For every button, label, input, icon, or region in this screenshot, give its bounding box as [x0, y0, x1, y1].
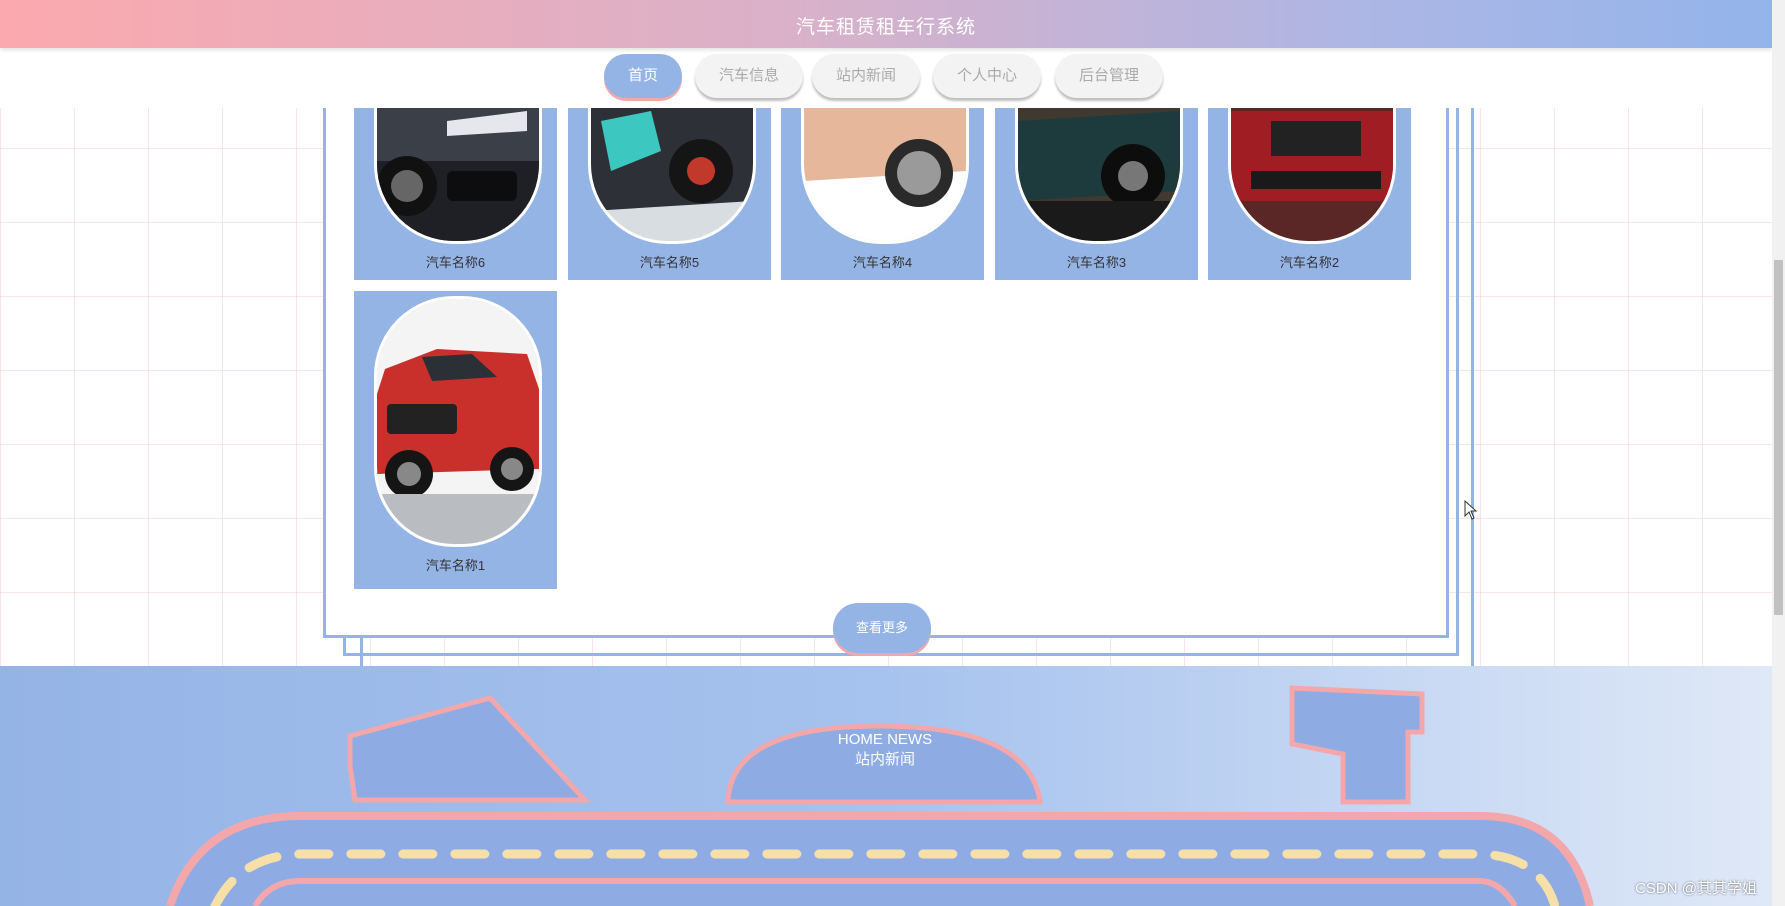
view-more-button[interactable]: 查看更多 [833, 603, 931, 653]
car-name: 汽车名称3 [1066, 255, 1127, 270]
car-card[interactable]: 汽车名称6 [354, 108, 557, 280]
app-header: 汽车租赁租车行系统 [0, 0, 1772, 48]
car-card[interactable]: 汽车名称4 [781, 108, 984, 280]
car-image [374, 108, 542, 244]
nav-home[interactable]: 首页 [604, 54, 682, 98]
scrollbar-thumb[interactable] [1774, 260, 1783, 615]
car-name: 汽车名称4 [852, 255, 913, 270]
car-image [801, 108, 969, 244]
car-card[interactable]: 汽车名称2 [1208, 108, 1411, 280]
news-decoration [166, 685, 1594, 906]
nav-admin[interactable]: 后台管理 [1055, 54, 1163, 98]
main-nav: 首页 汽车信息 站内新闻 个人中心 后台管理 [0, 48, 1772, 108]
car-image [1228, 108, 1396, 244]
car-card[interactable]: 汽车名称3 [995, 108, 1198, 280]
nav-site-news[interactable]: 站内新闻 [812, 54, 920, 98]
news-title-cn: 站内新闻 [854, 751, 915, 768]
car-name: 汽车名称2 [1279, 255, 1340, 270]
nav-car-info[interactable]: 汽车信息 [695, 54, 803, 98]
news-section: HOME NEWS 站内新闻 [0, 666, 1772, 906]
nav-personal-center[interactable]: 个人中心 [933, 54, 1041, 98]
car-list-frame: 汽车名称6 汽车名称5 汽车名称4 汽车名称3 汽车名称2 汽车名称1 [323, 88, 1493, 671]
page-scrollbar[interactable] [1772, 0, 1785, 906]
car-card[interactable]: 汽车名称1 [354, 291, 557, 589]
car-name: 汽车名称5 [639, 255, 700, 270]
car-name: 汽车名称6 [425, 255, 486, 270]
car-card[interactable]: 汽车名称5 [568, 108, 771, 280]
car-name: 汽车名称1 [425, 558, 486, 573]
news-title-en: HOME NEWS [837, 731, 933, 748]
news-title: HOME NEWS 站内新闻 [735, 730, 1035, 770]
car-image [374, 296, 542, 547]
car-image [1015, 108, 1183, 244]
watermark: CSDN @其其学姐 [1635, 880, 1757, 897]
app-title: 汽车租赁租车行系统 [795, 17, 976, 38]
mouse-cursor-icon [1464, 500, 1478, 520]
car-image [588, 108, 756, 244]
